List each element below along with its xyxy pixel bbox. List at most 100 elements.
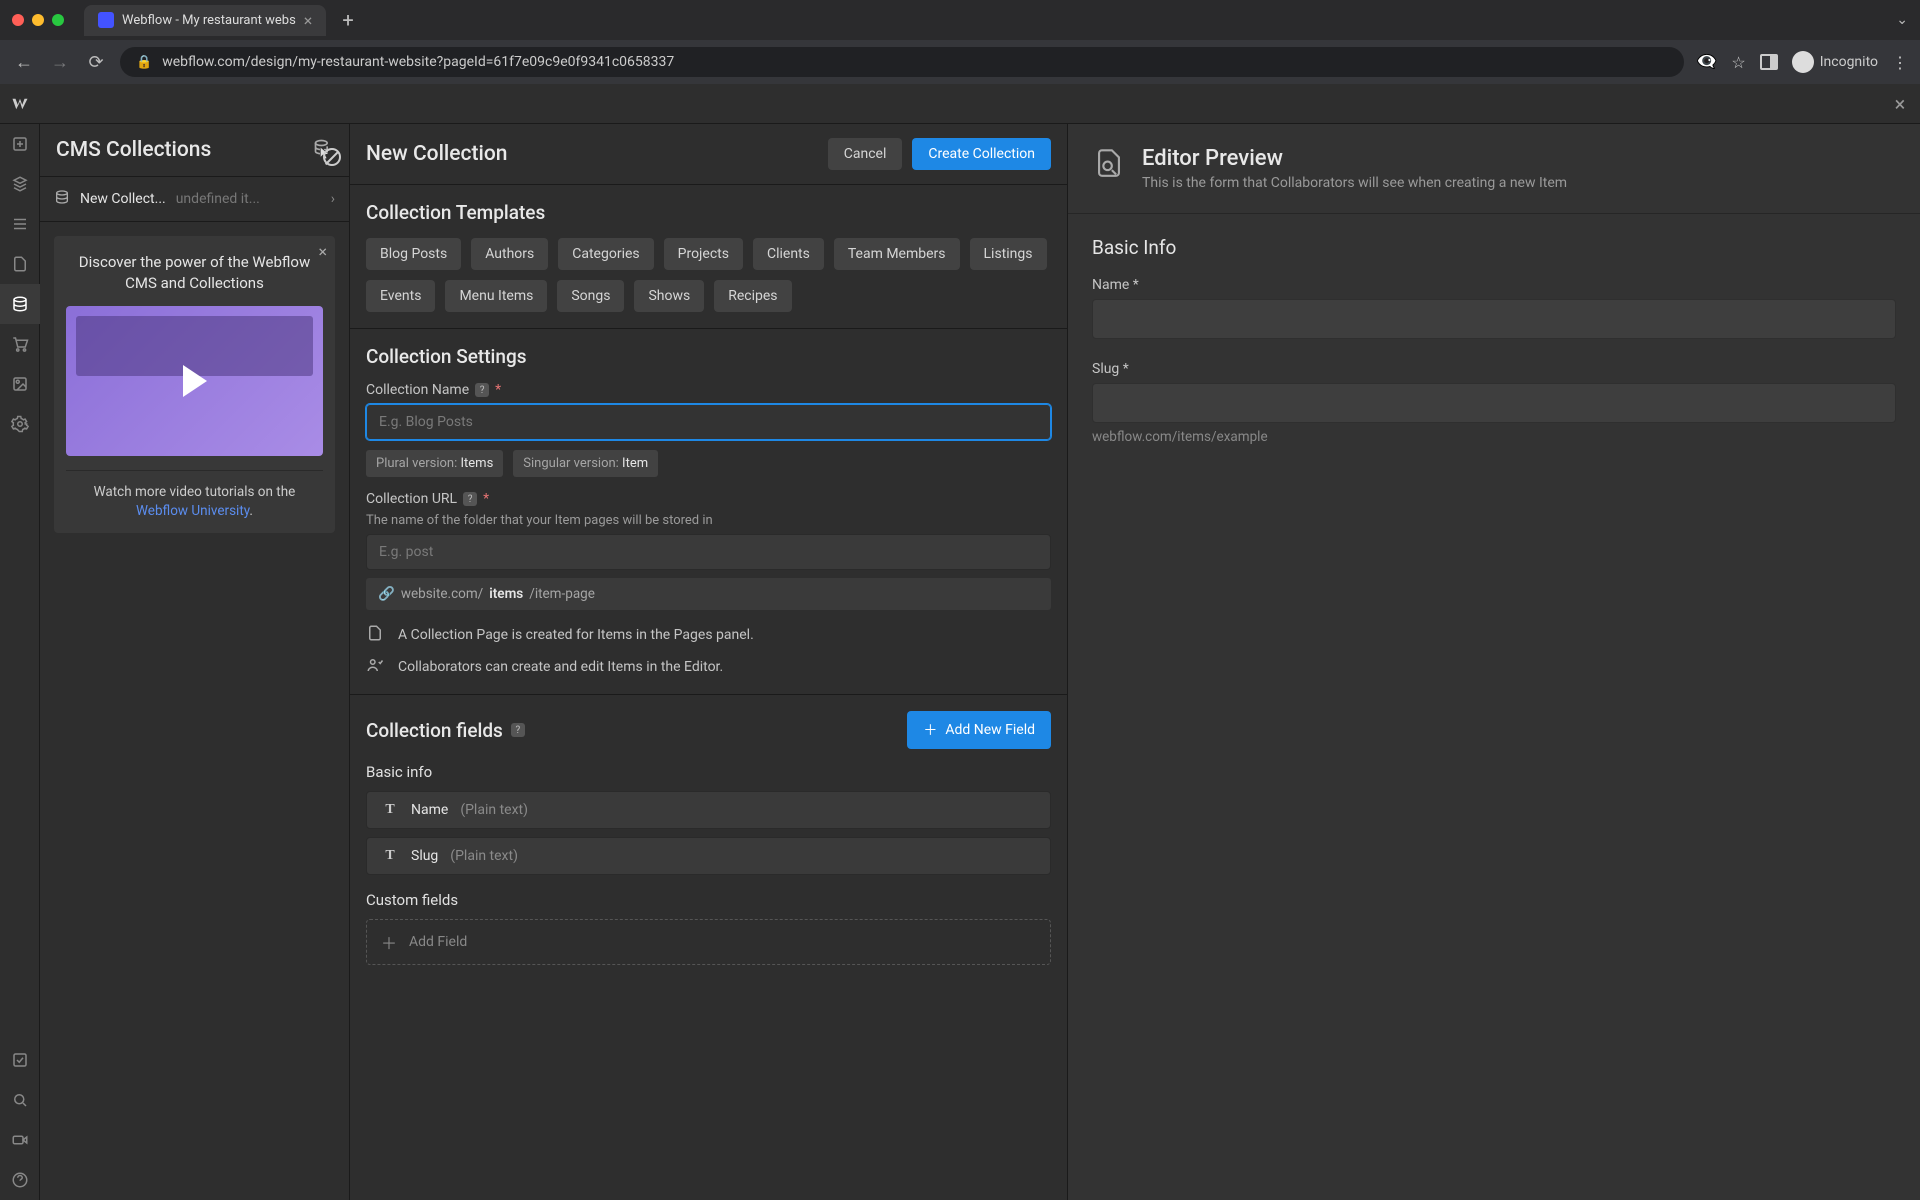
plural-pill: Plural version: Items (366, 450, 503, 477)
ep-name-input[interactable] (1092, 299, 1896, 339)
window-min-dot[interactable] (32, 14, 44, 26)
template-chip[interactable]: Categories (558, 238, 653, 270)
text-type-icon: T (381, 848, 399, 864)
ep-slug-hint: webflow.com/items/example (1092, 429, 1896, 445)
template-chip[interactable]: Recipes (714, 280, 791, 312)
rail-settings-icon[interactable] (0, 404, 40, 444)
window-controls (12, 14, 64, 26)
promo-close-icon[interactable]: × (318, 242, 327, 261)
plural-key: Plural version: (376, 456, 457, 471)
close-panel-icon[interactable]: × (1880, 92, 1920, 116)
tab-overflow-icon[interactable]: ⌄ (1896, 12, 1908, 28)
rail-pages-icon[interactable] (0, 164, 40, 204)
field-slug-type: (Plain text) (450, 848, 518, 864)
panel-icon[interactable] (1760, 54, 1778, 70)
template-chip[interactable]: Listings (970, 238, 1047, 270)
url-preview-pre: website.com/ (401, 586, 483, 602)
forward-button[interactable]: → (48, 52, 72, 73)
template-chip[interactable]: Authors (471, 238, 548, 270)
browser-tab-strip: Webflow - My restaurant webs × + ⌄ (0, 0, 1920, 40)
url-bar[interactable]: 🔒 webflow.com/design/my-restaurant-websi… (120, 47, 1684, 77)
browser-toolbar: ← → ⟳ 🔒 webflow.com/design/my-restaurant… (0, 40, 1920, 84)
url-preview-bold: items (489, 586, 523, 602)
info-row-page: A Collection Page is created for Items i… (366, 624, 1051, 646)
add-field-row[interactable]: ＋ Add Field (366, 919, 1051, 965)
webflow-topbar: × (0, 84, 1920, 124)
editor-preview-panel: Editor Preview This is the form that Col… (1068, 124, 1920, 1200)
field-row-slug[interactable]: T Slug (Plain text) (366, 837, 1051, 875)
incognito-indicator[interactable]: Incognito (1792, 51, 1878, 73)
url-helper: The name of the folder that your Item pa… (366, 513, 1051, 528)
rail-video-icon[interactable] (0, 1120, 40, 1160)
cancel-button[interactable]: Cancel (828, 138, 903, 170)
ep-title: Editor Preview (1142, 146, 1567, 171)
rail-assets-icon[interactable] (0, 364, 40, 404)
rail-search-icon[interactable] (0, 1080, 40, 1120)
promo-foot-text: Watch more video tutorials on the (94, 484, 296, 500)
fields-title: Collection fields (366, 719, 503, 742)
template-chip[interactable]: Clients (753, 238, 824, 270)
collection-name-input[interactable] (366, 404, 1051, 440)
preview-icon (1092, 146, 1126, 184)
template-chip[interactable]: Events (366, 280, 435, 312)
rail-cms-icon[interactable] (0, 284, 40, 324)
rail-check-icon[interactable] (0, 1040, 40, 1080)
window-max-dot[interactable] (52, 14, 64, 26)
incognito-label: Incognito (1820, 54, 1878, 70)
singular-key: Singular version: (523, 456, 619, 471)
help-icon[interactable]: ? (511, 723, 525, 737)
rail-page-icon[interactable] (0, 244, 40, 284)
tab-close-icon[interactable]: × (304, 11, 313, 30)
mid-title: New Collection (366, 142, 828, 166)
required-asterisk: * (483, 491, 489, 507)
star-icon[interactable]: ☆ (1731, 53, 1745, 72)
ep-subtitle: This is the form that Collaborators will… (1142, 175, 1567, 191)
promo-video-thumb[interactable] (66, 306, 323, 456)
help-icon[interactable]: ? (463, 492, 477, 506)
info-text-1: A Collection Page is created for Items i… (398, 627, 754, 643)
create-collection-button[interactable]: Create Collection (912, 138, 1051, 170)
ep-name-label: Name * (1092, 277, 1896, 293)
fields-section: Collection fields ? ＋ Add New Field Basi… (350, 695, 1067, 989)
ep-slug-input[interactable] (1092, 383, 1896, 423)
collection-name-label: Collection Name (366, 382, 469, 398)
back-button[interactable]: ← (12, 52, 36, 73)
add-new-field-button[interactable]: ＋ Add New Field (907, 711, 1051, 749)
rail-navigator-icon[interactable] (0, 204, 40, 244)
tab-title: Webflow - My restaurant webs (122, 13, 296, 28)
template-chip[interactable]: Team Members (834, 238, 960, 270)
template-chip[interactable]: Projects (664, 238, 743, 270)
promo-university-link[interactable]: Webflow University (136, 503, 249, 519)
kebab-menu-icon[interactable]: ⋮ (1892, 53, 1908, 72)
rail-ecommerce-icon[interactable] (0, 324, 40, 364)
new-tab-button[interactable]: + (334, 8, 361, 32)
template-chip[interactable]: Menu Items (445, 280, 547, 312)
template-chip[interactable]: Songs (557, 280, 624, 312)
collection-list-item[interactable]: New Collect... undefined it... › (40, 177, 349, 222)
templates-title: Collection Templates (366, 201, 1051, 224)
window-close-dot[interactable] (12, 14, 24, 26)
template-chip[interactable]: Shows (634, 280, 704, 312)
new-collection-icon[interactable] (313, 138, 333, 162)
basic-info-subhead: Basic info (366, 763, 1051, 781)
rail-help-icon[interactable] (0, 1160, 40, 1200)
plus-icon: ＋ (923, 720, 937, 740)
webflow-logo-icon[interactable] (0, 84, 40, 124)
field-row-name[interactable]: T Name (Plain text) (366, 791, 1051, 829)
database-icon (54, 189, 70, 209)
browser-tab[interactable]: Webflow - My restaurant webs × (84, 5, 326, 36)
play-icon (183, 365, 207, 397)
template-chip[interactable]: Blog Posts (366, 238, 461, 270)
promo-card: × Discover the power of the Webflow CMS … (54, 236, 335, 533)
promo-title: Discover the power of the Webflow CMS an… (66, 248, 323, 294)
add-field-label: Add New Field (945, 722, 1035, 738)
help-icon[interactable]: ? (475, 383, 489, 397)
reload-button[interactable]: ⟳ (84, 52, 108, 73)
rail-add-icon[interactable] (0, 124, 40, 164)
collection-url-input[interactable] (366, 534, 1051, 570)
eye-off-icon[interactable]: 👁‍🗨 (1696, 52, 1717, 72)
url-preview-post: /item-page (529, 586, 595, 602)
cms-collections-panel: CMS Collections New Collect... undefined… (40, 124, 350, 1200)
lock-icon: 🔒 (136, 55, 152, 70)
text-type-icon: T (381, 802, 399, 818)
